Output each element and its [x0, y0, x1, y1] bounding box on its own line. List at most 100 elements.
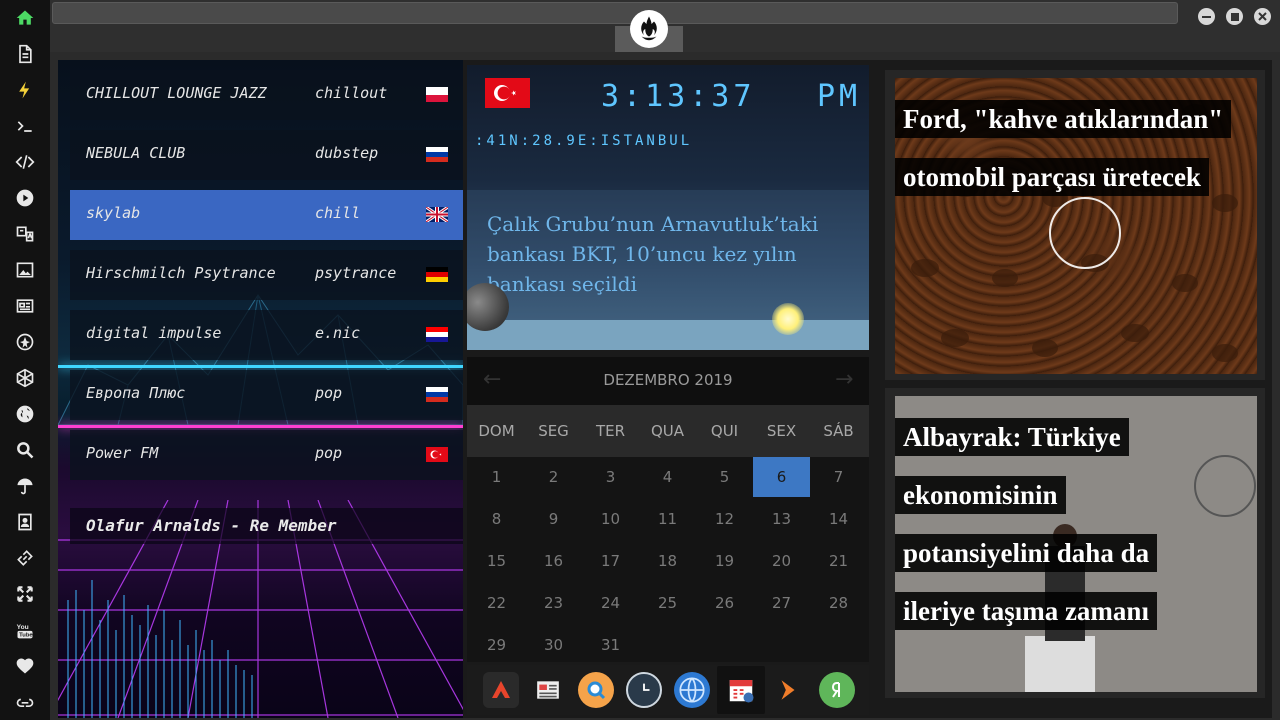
calendar-day[interactable]: 31 — [582, 625, 639, 665]
now-playing-bar: Olafur Arnalds - Re Member — [70, 508, 463, 544]
radio-station-row[interactable]: digital impulse e.nic — [70, 310, 463, 360]
croatia-flag-icon — [426, 327, 448, 342]
calendar-day[interactable]: 24 — [582, 583, 639, 623]
neon-line — [58, 425, 463, 428]
radio-station-row[interactable]: NEBULA CLUB dubstep — [70, 130, 463, 180]
address-bar[interactable] — [52, 2, 1178, 24]
turkey-flag-icon — [426, 447, 448, 462]
translate-icon[interactable] — [12, 221, 38, 247]
calendar-day[interactable]: 22 — [468, 583, 525, 623]
station-name: Hirschmilch Psytrance — [86, 264, 276, 282]
calendar-day[interactable]: 19 — [696, 541, 753, 581]
umbrella-icon[interactable] — [12, 473, 38, 499]
play-icon[interactable] — [12, 185, 38, 211]
code-icon[interactable] — [12, 149, 38, 175]
clock-widget: 3:13:37 PM :41N:28.9E:ISTANBUL Çalık Gru… — [467, 65, 869, 350]
news-card[interactable]: Albayrak: Türkiye ekonomisinin potansiye… — [885, 388, 1265, 698]
germany-flag-icon — [426, 267, 448, 282]
calendar-day[interactable]: 3 — [582, 457, 639, 497]
calendar-day[interactable]: 18 — [639, 541, 696, 581]
calendar-day[interactable]: 12 — [696, 499, 753, 539]
calendar-day[interactable]: 30 — [525, 625, 582, 665]
calendar-day[interactable]: 9 — [525, 499, 582, 539]
news-card[interactable]: Ford, "kahve atıklarından" otomobil parç… — [885, 70, 1265, 380]
calendar-day[interactable]: 8 — [468, 499, 525, 539]
next-month-icon[interactable]: → — [835, 367, 853, 392]
newspaper-icon[interactable] — [12, 293, 38, 319]
weekday-label: QUA — [650, 422, 685, 440]
station-genre: pop — [315, 384, 343, 402]
horizon-graphic — [467, 320, 869, 350]
globe-app-icon[interactable] — [674, 672, 710, 708]
calendar-day-today[interactable]: 6 — [753, 457, 810, 497]
calendar-day[interactable]: 20 — [753, 541, 810, 581]
calendar-day[interactable]: 23 — [525, 583, 582, 623]
uk-flag-icon — [426, 207, 448, 222]
news-title[interactable]: Albayrak: Türkiye ekonomisinin potansiye… — [895, 408, 1195, 640]
radio-station-row[interactable]: skylab chill — [70, 190, 463, 240]
calendar-day[interactable]: 27 — [753, 583, 810, 623]
calendar-day[interactable]: 14 — [810, 499, 867, 539]
calendar-day[interactable]: 21 — [810, 541, 867, 581]
calendar-day[interactable]: 17 — [582, 541, 639, 581]
station-name: CHILLOUT LOUNGE JAZZ — [86, 84, 267, 102]
radio-station-row[interactable]: Hirschmilch Psytrance psytrance — [70, 250, 463, 300]
top-bar — [50, 0, 1280, 52]
calendar-day[interactable]: 10 — [582, 499, 639, 539]
weekday-label: SEG — [538, 422, 569, 440]
calendar-day[interactable]: 5 — [696, 457, 753, 497]
news-app-icon[interactable] — [530, 672, 566, 708]
radio-panel: CHILLOUT LOUNGE JAZZ chillout NEBULA CLU… — [58, 60, 463, 718]
calendar-day[interactable]: 29 — [468, 625, 525, 665]
clock-location: :41N:28.9E:ISTANBUL — [475, 133, 693, 149]
sun-icon — [772, 303, 804, 335]
yandex-app-icon[interactable] — [819, 672, 855, 708]
station-name: skylab — [86, 204, 141, 222]
svg-text:You: You — [17, 624, 29, 631]
calendar-widget: ← DEZEMBRO 2019 → DOM SEG TER QUA QUI SE… — [467, 357, 869, 662]
fullscreen-icon[interactable] — [12, 581, 38, 607]
sidebar: You Tube — [0, 0, 50, 720]
news-title[interactable]: Ford, "kahve atıklarından" otomobil parç… — [895, 90, 1240, 206]
globe-icon[interactable] — [12, 401, 38, 427]
close-button[interactable] — [1254, 8, 1271, 25]
clock-app-icon[interactable] — [626, 672, 662, 708]
calendar-day[interactable]: 1 — [468, 457, 525, 497]
document-icon[interactable] — [12, 41, 38, 67]
calendar-day[interactable]: 2 — [525, 457, 582, 497]
calendar-app-icon[interactable] — [717, 666, 765, 714]
calendar-day[interactable]: 7 — [810, 457, 867, 497]
headline-text[interactable]: Çalık Grubu’nun Arnavutluk’taki bankası … — [487, 209, 837, 299]
contact-icon[interactable] — [12, 509, 38, 535]
rebel-alliance-icon[interactable] — [12, 329, 38, 355]
radio-station-row[interactable]: CHILLOUT LOUNGE JAZZ chillout — [70, 70, 463, 120]
calendar-day[interactable]: 13 — [753, 499, 810, 539]
calendar-day[interactable]: 11 — [639, 499, 696, 539]
weekday-label: QUI — [710, 422, 739, 440]
hexagon-icon[interactable] — [12, 365, 38, 391]
search-app-icon[interactable] — [578, 672, 614, 708]
forward-app-icon[interactable] — [770, 672, 806, 708]
search-icon[interactable] — [12, 437, 38, 463]
radio-station-row[interactable]: Европа Плюс pop — [70, 370, 463, 420]
lightning-icon[interactable] — [12, 77, 38, 103]
calendar-day[interactable]: 15 — [468, 541, 525, 581]
youtube-icon[interactable]: You Tube — [12, 617, 38, 643]
maximize-button[interactable] — [1226, 8, 1243, 25]
link-icon[interactable] — [12, 545, 38, 571]
terminal-icon[interactable] — [12, 113, 38, 139]
cloud-link-icon[interactable] — [12, 689, 38, 715]
station-name: NEBULA CLUB — [86, 144, 186, 162]
image-icon[interactable] — [12, 257, 38, 283]
calendar-day[interactable]: 4 — [639, 457, 696, 497]
calendar-day[interactable]: 28 — [810, 583, 867, 623]
minimize-button[interactable] — [1198, 8, 1215, 25]
heart-icon[interactable] — [12, 653, 38, 679]
home-icon[interactable] — [12, 5, 38, 31]
radio-station-row[interactable]: Power FM pop — [70, 430, 463, 480]
calendar-day[interactable]: 16 — [525, 541, 582, 581]
calendar-day[interactable]: 25 — [639, 583, 696, 623]
arrow-app-icon[interactable] — [483, 672, 519, 708]
rebel-alliance-logo[interactable] — [630, 10, 668, 48]
calendar-day[interactable]: 26 — [696, 583, 753, 623]
